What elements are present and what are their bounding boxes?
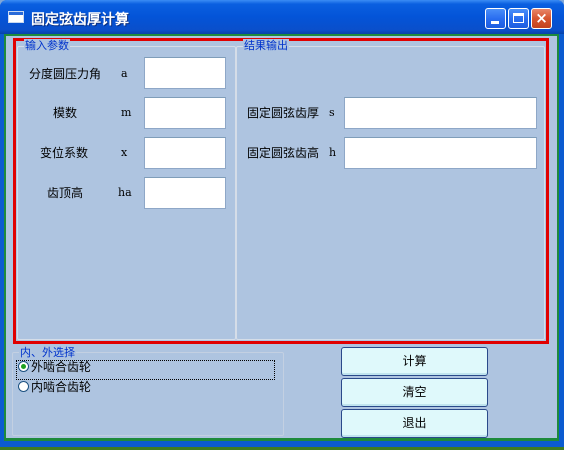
external-gear-label[interactable]: 外啮合齿轮 <box>31 360 91 374</box>
module-label: 模数 <box>53 106 78 120</box>
internal-gear-radio[interactable] <box>18 381 29 392</box>
chordal-thickness-output[interactable] <box>344 97 537 129</box>
mesh-type-group-title: 内、外选择 <box>19 346 76 360</box>
window-title: 固定弦齿厚计算 <box>31 12 129 28</box>
external-gear-radio[interactable] <box>18 361 29 372</box>
addendum-symbol: ha <box>118 186 132 199</box>
internal-gear-label[interactable]: 内啮合齿轮 <box>31 380 91 394</box>
pressure-angle-symbol: a <box>121 67 128 80</box>
title-bar[interactable]: 固定弦齿厚计算 × <box>0 0 564 34</box>
minimize-icon <box>491 21 499 24</box>
minimize-button[interactable] <box>485 8 506 29</box>
calculate-button[interactable]: 计算 <box>341 347 488 376</box>
exit-button[interactable]: 退出 <box>341 409 488 438</box>
chordal-thickness-symbol: s <box>329 106 335 119</box>
maximize-button[interactable] <box>508 8 529 29</box>
close-button[interactable]: × <box>531 8 552 29</box>
chordal-height-label: 固定圆弦齿高 <box>247 146 320 160</box>
chordal-height-symbol: h <box>329 146 337 159</box>
clear-button[interactable]: 清空 <box>341 378 488 407</box>
input-group-title: 输入参数 <box>24 39 70 53</box>
maximize-icon <box>513 13 524 23</box>
module-input[interactable] <box>144 97 226 129</box>
pressure-angle-label: 分度圆压力角 <box>29 67 102 81</box>
module-symbol: m <box>121 106 132 119</box>
output-group: 结果输出 <box>236 39 545 340</box>
chordal-thickness-label: 固定圆弦齿厚 <box>247 106 320 120</box>
output-group-title: 结果输出 <box>243 39 289 53</box>
chordal-height-output[interactable] <box>344 137 537 169</box>
shift-coefficient-input[interactable] <box>144 137 226 169</box>
shift-coefficient-label: 变位系数 <box>40 146 89 160</box>
pressure-angle-input[interactable] <box>144 57 226 89</box>
addendum-input[interactable] <box>144 177 226 209</box>
window-icon <box>8 11 24 23</box>
addendum-label: 齿顶高 <box>47 186 84 200</box>
shift-coefficient-symbol: x <box>121 146 128 159</box>
close-icon: × <box>535 9 548 27</box>
